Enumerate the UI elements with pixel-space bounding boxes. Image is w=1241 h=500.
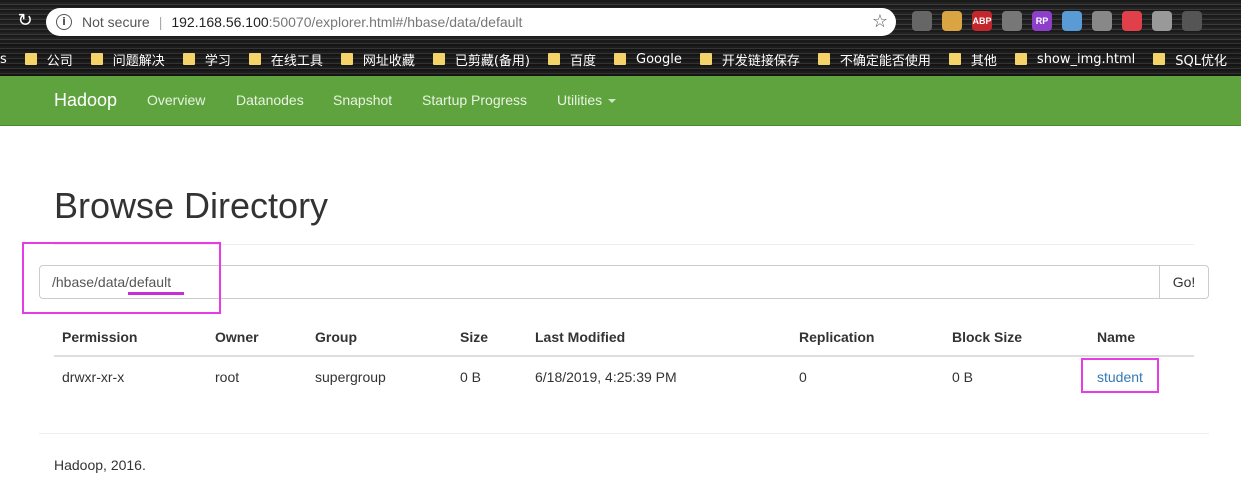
table-row: drwxr-xr-x root supergroup 0 B 6/18/2019…: [54, 356, 1194, 396]
divider: [39, 433, 1209, 434]
directory-table: Permission Owner Group Size Last Modifie…: [54, 318, 1194, 396]
caret-down-icon: [608, 99, 617, 104]
table-header-row: Permission Owner Group Size Last Modifie…: [54, 318, 1194, 357]
bookmark-item[interactable]: 百度: [548, 50, 596, 69]
ext-cat-icon[interactable]: [942, 11, 962, 31]
bookmark-item[interactable]: 已剪藏(备用): [432, 50, 531, 69]
bookmarks-bar: s 公司 问题解决 学习 在线工具 网址收藏 已剪藏(备用) 百度 Google 开发链接保存 不确…: [0, 42, 1241, 76]
address-bar[interactable]: i Not secure | 192.168.56.100:50070/expl…: [46, 8, 896, 36]
nav-overview[interactable]: Overview: [147, 92, 205, 108]
folder-icon: [24, 53, 37, 65]
bookmark-label: SQL优化: [1175, 53, 1228, 69]
cell-permission: drwxr-xr-x: [62, 368, 125, 385]
folder-icon: [182, 53, 195, 65]
bookmark-label: 学习: [204, 53, 231, 69]
ext-q-icon[interactable]: [1092, 11, 1112, 31]
bookmark-label: 其他: [970, 53, 997, 69]
info-icon[interactable]: i: [56, 14, 72, 30]
cell-owner: root: [215, 368, 240, 385]
ext-red-icon[interactable]: [1122, 11, 1142, 31]
folder-icon: [548, 53, 561, 65]
ext-oo-icon[interactable]: [1182, 11, 1202, 31]
bookmark-item[interactable]: 其他: [948, 50, 997, 69]
nav-snapshot[interactable]: Snapshot: [333, 92, 392, 108]
bookmark-item[interactable]: SQL优化: [1153, 50, 1227, 69]
url-host: 192.168.56.100: [171, 14, 269, 30]
ext-cloud-icon[interactable]: [1152, 11, 1172, 31]
col-replication[interactable]: Replication: [791, 318, 944, 357]
bookmark-label: 问题解决: [112, 53, 165, 69]
security-label: Not secure: [82, 14, 150, 30]
bookmark-label: s: [0, 51, 7, 67]
bookmark-label: 在线工具: [270, 53, 323, 69]
col-owner[interactable]: Owner: [207, 318, 307, 357]
col-size[interactable]: Size: [452, 318, 527, 357]
nav-utilities-label: Utilities: [557, 92, 603, 108]
go-button[interactable]: Go!: [1160, 265, 1209, 299]
folder-icon: [432, 53, 445, 65]
nav-utilities[interactable]: Utilities: [557, 92, 617, 108]
page-title: Browse Directory: [54, 185, 329, 226]
bookmark-label: 不确定能否使用: [839, 53, 931, 69]
folder-icon: [1153, 53, 1166, 65]
bookmark-label: 网址收藏: [362, 53, 415, 69]
folder-icon: [614, 53, 627, 65]
bookmark-item[interactable]: 问题解决: [90, 50, 165, 69]
bookmark-label: show_img.html: [1036, 51, 1136, 67]
folder-icon: [248, 53, 261, 65]
bookmark-item[interactable]: 在线工具: [248, 50, 323, 69]
bookmark-item[interactable]: s: [0, 52, 7, 67]
col-group[interactable]: Group: [307, 318, 452, 357]
bookmark-star-icon[interactable]: ☆: [872, 11, 888, 32]
ext-tag-icon[interactable]: [1002, 11, 1022, 31]
bookmark-item[interactable]: 网址收藏: [340, 50, 415, 69]
highlight-box-path: [22, 242, 221, 314]
col-name[interactable]: Name: [1089, 318, 1194, 357]
bookmark-label: Google: [636, 51, 682, 67]
nav-datanodes[interactable]: Datanodes: [236, 92, 304, 108]
folder-icon: [1014, 53, 1027, 65]
cell-group: supergroup: [315, 368, 386, 385]
folder-icon: [90, 53, 103, 65]
bookmark-item[interactable]: 公司: [24, 50, 73, 69]
bookmark-item[interactable]: 不确定能否使用: [817, 50, 931, 69]
cell-replication: 0: [799, 368, 807, 385]
bookmark-item[interactable]: 开发链接保存: [699, 50, 800, 69]
bookmark-label: 公司: [46, 53, 73, 69]
folder-icon: [699, 53, 712, 65]
highlight-underline: [128, 292, 184, 295]
highlight-box-name: [1081, 358, 1159, 393]
divider: [54, 244, 1194, 245]
col-last-modified[interactable]: Last Modified: [527, 318, 791, 357]
ext-circle-icon[interactable]: [1062, 11, 1082, 31]
cell-block-size: 0 B: [952, 368, 974, 385]
bookmark-label: 百度: [570, 53, 597, 69]
extension-icons: ABP RP: [912, 11, 1202, 31]
col-permission[interactable]: Permission: [54, 318, 207, 357]
separator: |: [158, 14, 163, 30]
bookmark-item[interactable]: 学习: [182, 50, 231, 69]
footer-text: Hadoop, 2016.: [54, 457, 146, 473]
folder-icon: [817, 53, 830, 65]
ext-doc-icon[interactable]: [912, 11, 932, 31]
nav-startup-progress[interactable]: Startup Progress: [422, 92, 527, 108]
col-block-size[interactable]: Block Size: [944, 318, 1089, 357]
bookmark-label: 已剪藏(备用): [454, 53, 531, 69]
ext-rp-icon[interactable]: RP: [1032, 11, 1052, 31]
bookmark-item[interactable]: Google: [614, 52, 682, 67]
navbar: Hadoop Overview Datanodes Snapshot Start…: [0, 76, 1241, 126]
bookmark-item[interactable]: show_img.html: [1014, 51, 1136, 67]
cell-last-modified: 6/18/2019, 4:25:39 PM: [535, 368, 677, 385]
reload-icon[interactable]: ↻: [14, 10, 36, 32]
bookmark-label: 开发链接保存: [721, 53, 800, 69]
browser-toolbar: ↻ i Not secure | 192.168.56.100:50070/ex…: [0, 0, 1241, 42]
ext-abp-icon[interactable]: ABP: [972, 11, 992, 31]
cell-size: 0 B: [460, 368, 482, 385]
brand-link[interactable]: Hadoop: [54, 90, 117, 111]
url-path: :50070/explorer.html#/hbase/data/default: [268, 14, 523, 30]
folder-icon: [340, 53, 353, 65]
folder-icon: [948, 53, 961, 65]
